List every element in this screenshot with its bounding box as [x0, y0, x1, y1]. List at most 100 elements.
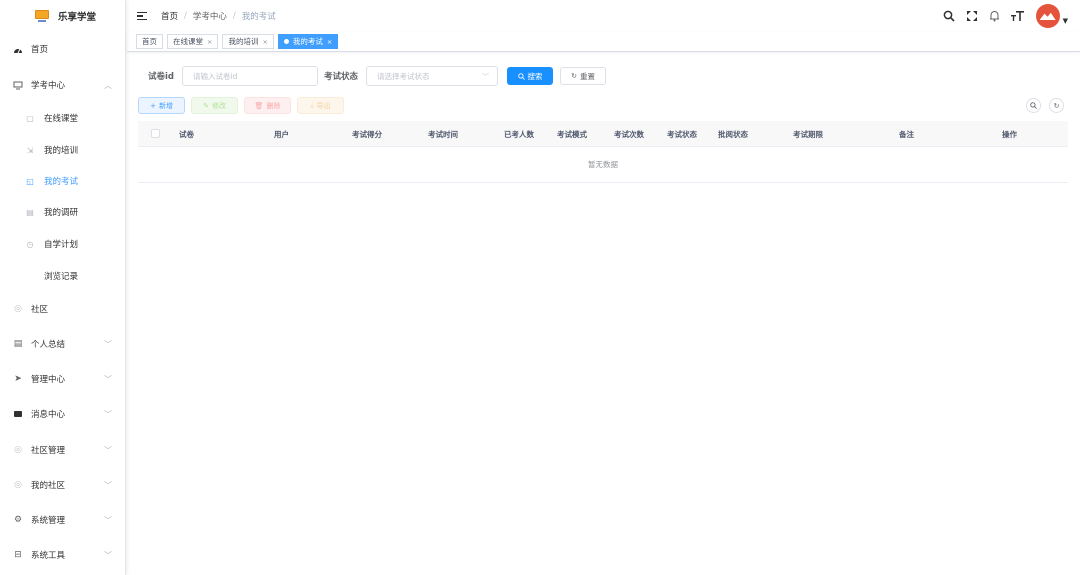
- tags-view: 首页 在线课堂 × 我的培训 × 我的考试 ×: [127, 32, 1080, 52]
- column-header[interactable]: 试卷: [179, 129, 194, 140]
- sidebar-item-label: 我的培训: [44, 146, 79, 156]
- breadcrumb-home[interactable]: 首页: [161, 10, 178, 22]
- menu-label: 个人总结: [31, 340, 66, 350]
- menu-community-management[interactable]: ◎ 社区管理 ﹀: [0, 440, 126, 460]
- refresh-icon: ↻: [571, 72, 577, 80]
- menu-message-center[interactable]: 消息中心 ﹀: [0, 404, 126, 424]
- sidebar-item-my-training[interactable]: ⇲ 我的培训: [0, 140, 126, 160]
- column-header[interactable]: 考试时间: [428, 129, 458, 140]
- delete-button[interactable]: 🗑 删除: [244, 97, 291, 114]
- exam-icon: ◱: [26, 176, 34, 186]
- chevron-down-icon: ﹀: [482, 73, 490, 81]
- menu-system-tools[interactable]: ⊟ 系统工具 ﹀: [0, 545, 126, 565]
- tag-my-exam[interactable]: 我的考试 ×: [277, 34, 339, 49]
- edit-button[interactable]: ✎ 修改: [191, 97, 238, 114]
- toolbox-icon: ⊟: [14, 550, 22, 560]
- tag-online-class[interactable]: 在线课堂 ×: [167, 34, 219, 49]
- select-all-checkbox[interactable]: [151, 129, 160, 138]
- menu-community[interactable]: ◎ 社区: [0, 299, 126, 319]
- column-header[interactable]: 考试得分: [352, 129, 382, 140]
- add-button-label: 新增: [158, 101, 173, 110]
- sidebar-item-history[interactable]: 浏览记录: [0, 266, 126, 286]
- exam-status-placeholder: 请选择考试状态: [377, 71, 430, 81]
- chevron-down-icon: ﹀: [104, 550, 112, 560]
- menu-my-community[interactable]: ◎ 我的社区 ﹀: [0, 475, 126, 495]
- action-toolbar: + 新增 ✎ 修改 🗑 删除 ⤓ 导出: [138, 97, 344, 114]
- trash-icon: 🗑: [254, 101, 264, 110]
- close-icon[interactable]: ×: [262, 38, 267, 46]
- caret-down-icon[interactable]: ▼: [1063, 17, 1068, 25]
- column-header[interactable]: 用户: [274, 129, 289, 140]
- column-header[interactable]: 批阅状态: [718, 129, 748, 140]
- column-header[interactable]: 操作: [1002, 129, 1017, 140]
- table-empty-state: 暂无数据: [138, 147, 1068, 183]
- font-size-icon[interactable]: [1010, 8, 1026, 24]
- chevron-down-icon: ﹀: [104, 409, 112, 419]
- menu-study-center-label: 学考中心: [31, 81, 66, 91]
- sidebar-item-label: 我的考试: [44, 177, 79, 187]
- chevron-down-icon: ﹀: [104, 445, 112, 455]
- chevron-down-icon: ﹀: [104, 374, 112, 384]
- sidebar-item-label: 自学计划: [44, 240, 79, 250]
- column-header[interactable]: 考试模式: [557, 129, 587, 140]
- toggle-search-button[interactable]: [1026, 98, 1041, 113]
- refresh-button[interactable]: ↻: [1049, 98, 1064, 113]
- breadcrumb-separator: /: [232, 11, 236, 21]
- exam-status-label: 考试状态: [324, 72, 359, 82]
- sidebar-item-label: 在线课堂: [44, 114, 79, 124]
- menu-label: 管理中心: [31, 375, 66, 385]
- menu-study-center[interactable]: 学考中心 ︿: [0, 75, 126, 95]
- menu-label: 消息中心: [31, 410, 66, 420]
- clock-icon: ◷: [26, 239, 34, 249]
- column-header[interactable]: 已考人数: [504, 129, 534, 140]
- bell-icon[interactable]: [987, 8, 1003, 24]
- send-icon: ➤: [14, 374, 22, 384]
- sidebar-item-label: 我的调研: [44, 208, 79, 218]
- export-button[interactable]: ⤓ 导出: [297, 97, 344, 114]
- toolbar-right: ▼: [941, 0, 1080, 32]
- search-button[interactable]: 搜索: [507, 67, 554, 85]
- top-navbar: 首页 / 学考中心 / 我的考试 ▼: [127, 0, 1080, 32]
- user-avatar[interactable]: [1035, 4, 1060, 28]
- tag-home[interactable]: 首页: [136, 34, 163, 49]
- message-icon: [13, 409, 23, 419]
- sidebar-item-my-exam[interactable]: ◱ 我的考试: [0, 171, 126, 191]
- logo[interactable]: 乐享学堂: [0, 0, 125, 32]
- document-icon: ▤: [13, 339, 23, 349]
- hamburger-icon[interactable]: [137, 11, 147, 21]
- column-header[interactable]: 考试次数: [614, 129, 644, 140]
- main-content: 试卷id 请输入试卷id 考试状态 请选择考试状态 ﹀ 搜索 ↻ 重置 + 新增…: [127, 53, 1080, 575]
- column-header[interactable]: 考试状态: [667, 129, 697, 140]
- reset-button[interactable]: ↻ 重置: [560, 67, 607, 85]
- download-icon: ⤓: [310, 101, 314, 109]
- community-icon: ◎: [14, 445, 22, 455]
- search-icon[interactable]: [941, 8, 957, 24]
- menu-home[interactable]: 首页: [0, 39, 126, 59]
- sidebar-item-self-study[interactable]: ◷ 自学计划: [0, 234, 126, 254]
- menu-system-management[interactable]: ⚙ 系统管理 ﹀: [0, 510, 126, 530]
- menu-management-center[interactable]: ➤ 管理中心 ﹀: [0, 369, 126, 389]
- sidebar-item-my-survey[interactable]: ▤ 我的调研: [0, 202, 126, 222]
- tag-my-training[interactable]: 我的培训 ×: [222, 34, 274, 49]
- close-icon[interactable]: ×: [327, 38, 332, 46]
- gear-icon: ⚙: [13, 515, 23, 525]
- add-button[interactable]: + 新增: [138, 97, 185, 114]
- close-icon[interactable]: ×: [207, 38, 212, 46]
- column-header[interactable]: 考试期限: [793, 129, 823, 140]
- sidebar-item-label: 浏览记录: [44, 272, 79, 282]
- sidebar-item-online-class[interactable]: ▢ 在线课堂: [0, 108, 126, 128]
- tag-label: 在线课堂: [173, 37, 203, 46]
- search-icon: [1030, 102, 1037, 109]
- breadcrumb-current: 我的考试: [241, 12, 276, 22]
- paper-id-input[interactable]: 请输入试卷id: [182, 66, 318, 86]
- fullscreen-icon[interactable]: [964, 8, 980, 24]
- breadcrumb-study-center[interactable]: 学考中心: [193, 10, 227, 22]
- tag-label: 首页: [142, 37, 157, 46]
- training-icon: ⇲: [26, 145, 34, 155]
- search-button-label: 搜索: [527, 71, 543, 81]
- menu-label: 社区管理: [31, 446, 66, 456]
- menu-personal-summary[interactable]: ▤ 个人总结 ﹀: [0, 334, 126, 354]
- delete-button-label: 删除: [266, 101, 281, 110]
- column-header[interactable]: 备注: [899, 129, 914, 140]
- exam-status-select[interactable]: 请选择考试状态 ﹀: [366, 66, 499, 86]
